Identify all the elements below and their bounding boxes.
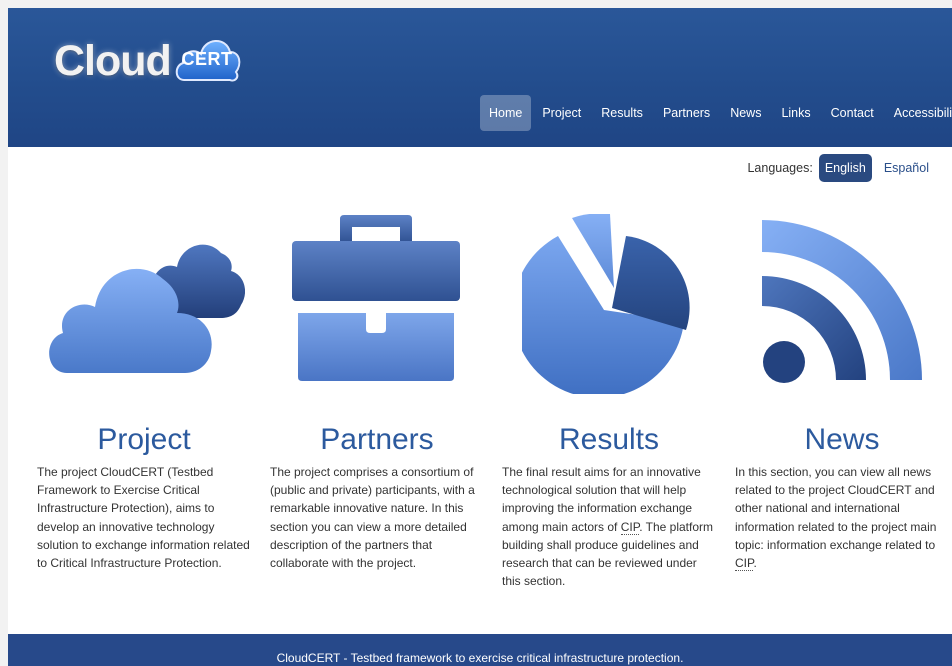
cip-abbreviation: CIP xyxy=(620,519,640,535)
nav-links[interactable]: Links xyxy=(772,95,819,131)
nav-results[interactable]: Results xyxy=(592,95,652,131)
site-footer: CloudCERT - Testbed framework to exercis… xyxy=(8,634,952,666)
cip-abbreviation: CIP xyxy=(735,556,754,572)
cloud-icon[interactable] xyxy=(45,223,245,383)
nav-partners[interactable]: Partners xyxy=(654,95,719,131)
logo-badge: CERT xyxy=(181,49,233,69)
site-header: Cloud CERT Home Project Results Partners… xyxy=(8,8,952,147)
footer-text: CloudCERT - Testbed framework to exercis… xyxy=(276,651,684,665)
cloudcert-logo[interactable]: Cloud CERT xyxy=(54,28,254,90)
partners-description: The project comprises a consortium of (p… xyxy=(270,465,475,571)
nav-news[interactable]: News xyxy=(721,95,770,131)
project-description: The project CloudCERT (Testbed Framework… xyxy=(37,465,250,571)
language-spanish-button[interactable]: Español xyxy=(878,154,935,182)
languages-label: Languages: xyxy=(747,161,813,175)
news-description: In this section, you can view all news r… xyxy=(735,463,949,572)
project-title[interactable]: Project xyxy=(37,423,251,457)
pie-chart-icon[interactable] xyxy=(522,214,694,394)
page: Cloud CERT Home Project Results Partners… xyxy=(8,8,952,666)
nav-accessibility[interactable]: Accessibility xyxy=(885,95,952,131)
news-text-start: In this section, you can view all news r… xyxy=(735,465,937,552)
briefcase-icon[interactable] xyxy=(292,215,460,381)
nav-home[interactable]: Home xyxy=(480,95,532,131)
nav-contact[interactable]: Contact xyxy=(822,95,883,131)
logo-word: Cloud xyxy=(54,37,172,85)
news-text-end: . xyxy=(753,556,757,571)
partners-title[interactable]: Partners xyxy=(270,423,484,457)
language-selector: Languages: English Español xyxy=(747,154,935,182)
results-description: The final result aims for an innovative … xyxy=(502,463,716,590)
rss-icon[interactable] xyxy=(762,220,922,386)
news-title[interactable]: News xyxy=(735,423,949,457)
results-title[interactable]: Results xyxy=(502,423,716,457)
language-english-button[interactable]: English xyxy=(818,154,872,182)
nav-project[interactable]: Project xyxy=(533,95,590,131)
main-nav: Home Project Results Partners News Links… xyxy=(480,95,952,131)
